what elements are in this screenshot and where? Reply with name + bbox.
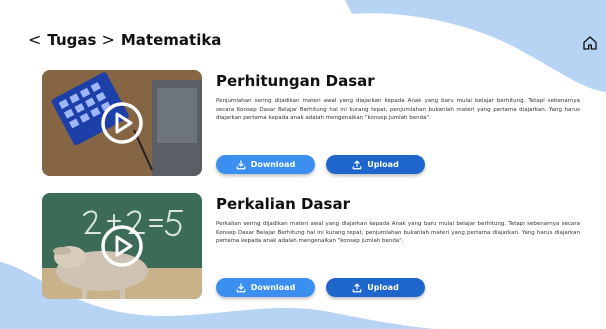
upload-icon (352, 160, 362, 169)
download-label: Download (250, 283, 296, 292)
lesson-title: Perkalian Dasar (216, 195, 350, 213)
home-icon[interactable] (582, 35, 598, 51)
breadcrumb-item-matematika: Matematika (120, 30, 222, 49)
download-button[interactable]: Download (216, 155, 315, 174)
play-icon[interactable] (100, 224, 144, 268)
upload-label: Upload (367, 160, 399, 169)
upload-button[interactable]: Upload (326, 155, 425, 174)
download-icon (236, 282, 246, 292)
upload-button[interactable]: Upload (326, 278, 425, 297)
breadcrumb-item-tugas[interactable]: Tugas (47, 31, 96, 49)
upload-label: Upload (367, 283, 399, 292)
play-icon[interactable] (100, 101, 144, 145)
lesson-description: Penjumlahan sering dijadikan materi awal… (216, 98, 580, 122)
lesson-title: Perhitungan Dasar (216, 72, 375, 90)
upload-icon (352, 283, 362, 292)
lesson-description: Perkalian sering dijadikan materi awal y… (216, 221, 580, 245)
lesson-video-thumbnail[interactable] (42, 70, 202, 176)
breadcrumb: < Tugas > Matematika (28, 30, 221, 49)
download-icon (236, 159, 246, 169)
chevron-right-icon: > (101, 30, 115, 49)
download-button[interactable]: Download (216, 278, 315, 297)
download-label: Download (250, 160, 296, 169)
chevron-left-icon[interactable]: < (28, 30, 41, 49)
lesson-video-thumbnail[interactable] (42, 193, 202, 299)
